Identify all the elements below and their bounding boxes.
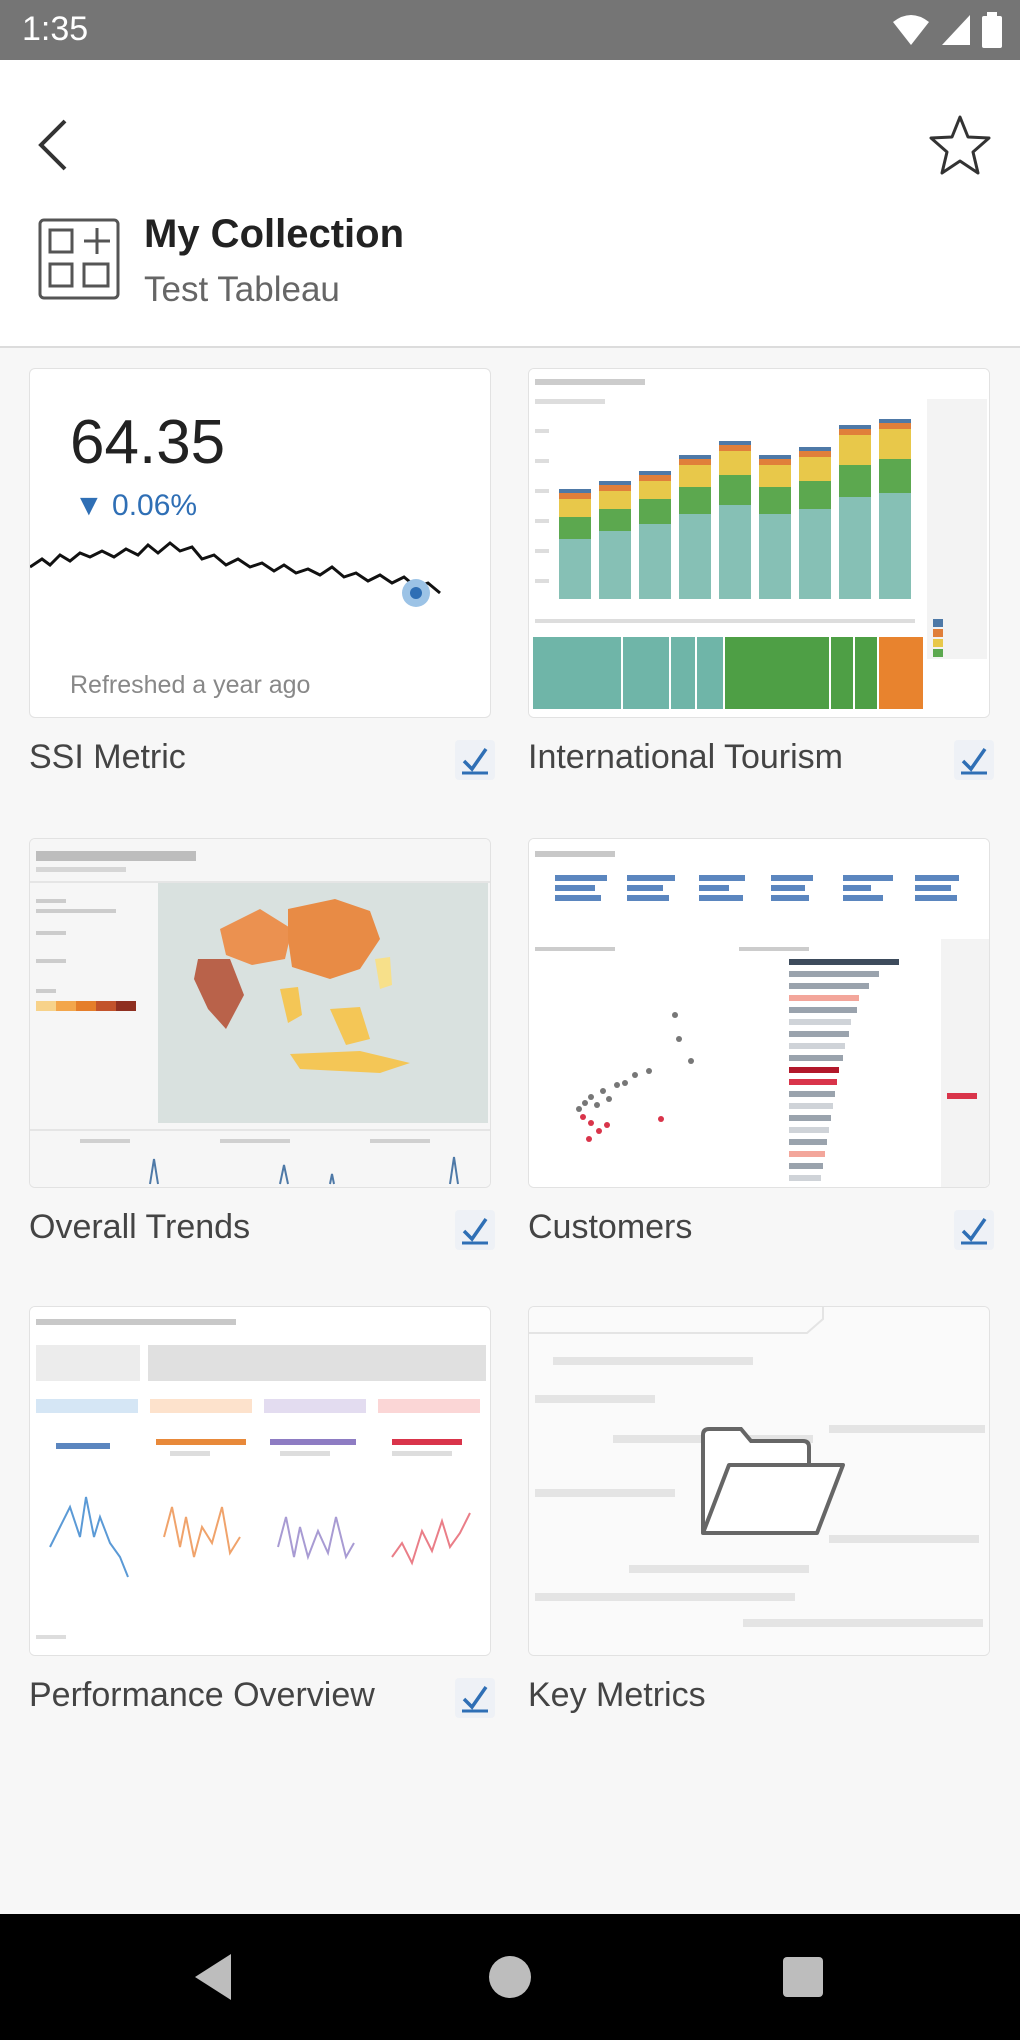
check-icon[interactable] (954, 1210, 994, 1250)
check-icon[interactable] (455, 740, 495, 780)
battery-icon (982, 12, 1002, 48)
check-icon[interactable] (954, 740, 994, 780)
ssi-metric-card[interactable]: 64.35 ▼ 0.06% Refreshed a year ago (29, 368, 491, 718)
metric-refresh-text: Refreshed a year ago (70, 671, 311, 699)
favorite-button[interactable] (920, 100, 1000, 190)
collection-icon (38, 218, 120, 300)
check-icon[interactable] (455, 1678, 495, 1718)
signal-icon (942, 15, 970, 45)
triangle-back-icon (195, 1954, 231, 2000)
performance-overview-card[interactable] (29, 1306, 491, 1656)
item-label: SSI Metric (29, 738, 186, 776)
circle-home-icon (489, 1956, 531, 1998)
nav-home-button[interactable] (475, 1942, 545, 2012)
customers-card[interactable] (528, 838, 990, 1188)
performance-overview-thumbnail (30, 1307, 490, 1655)
metric-change: ▼ 0.06% (74, 489, 198, 522)
item-label: Key Metrics (528, 1676, 706, 1714)
chevron-left-icon (38, 119, 67, 171)
overall-trends-thumbnail (30, 839, 490, 1187)
status-bar: 1:35 (0, 0, 1020, 60)
collection-subtitle: Test Tableau (144, 270, 340, 309)
nav-back-button[interactable] (178, 1942, 248, 2012)
navigation-bar (0, 1914, 1020, 2040)
metric-sparkline (30, 541, 441, 607)
item-label: Performance Overview (29, 1676, 375, 1714)
square-recents-icon (783, 1957, 823, 1997)
check-icon[interactable] (455, 1210, 495, 1250)
back-button[interactable] (22, 100, 82, 190)
app-header: My Collection Test Tableau (0, 60, 1020, 348)
item-label: Customers (528, 1208, 693, 1246)
star-icon (929, 115, 991, 175)
item-label: Overall Trends (29, 1208, 251, 1246)
status-time: 1:35 (22, 10, 89, 48)
international-tourism-card[interactable] (528, 368, 990, 718)
overall-trends-card[interactable] (29, 838, 491, 1188)
wifi-icon (893, 15, 929, 45)
collection-title: My Collection (144, 212, 405, 256)
nav-recents-button[interactable] (768, 1942, 838, 2012)
tourism-thumbnail (529, 369, 989, 717)
folder-icon (701, 1427, 845, 1535)
key-metrics-card[interactable] (528, 1306, 990, 1656)
item-label: International Tourism (528, 738, 843, 776)
status-icons (892, 12, 1002, 48)
customers-thumbnail (529, 839, 989, 1187)
metric-value: 64.35 (70, 408, 226, 477)
